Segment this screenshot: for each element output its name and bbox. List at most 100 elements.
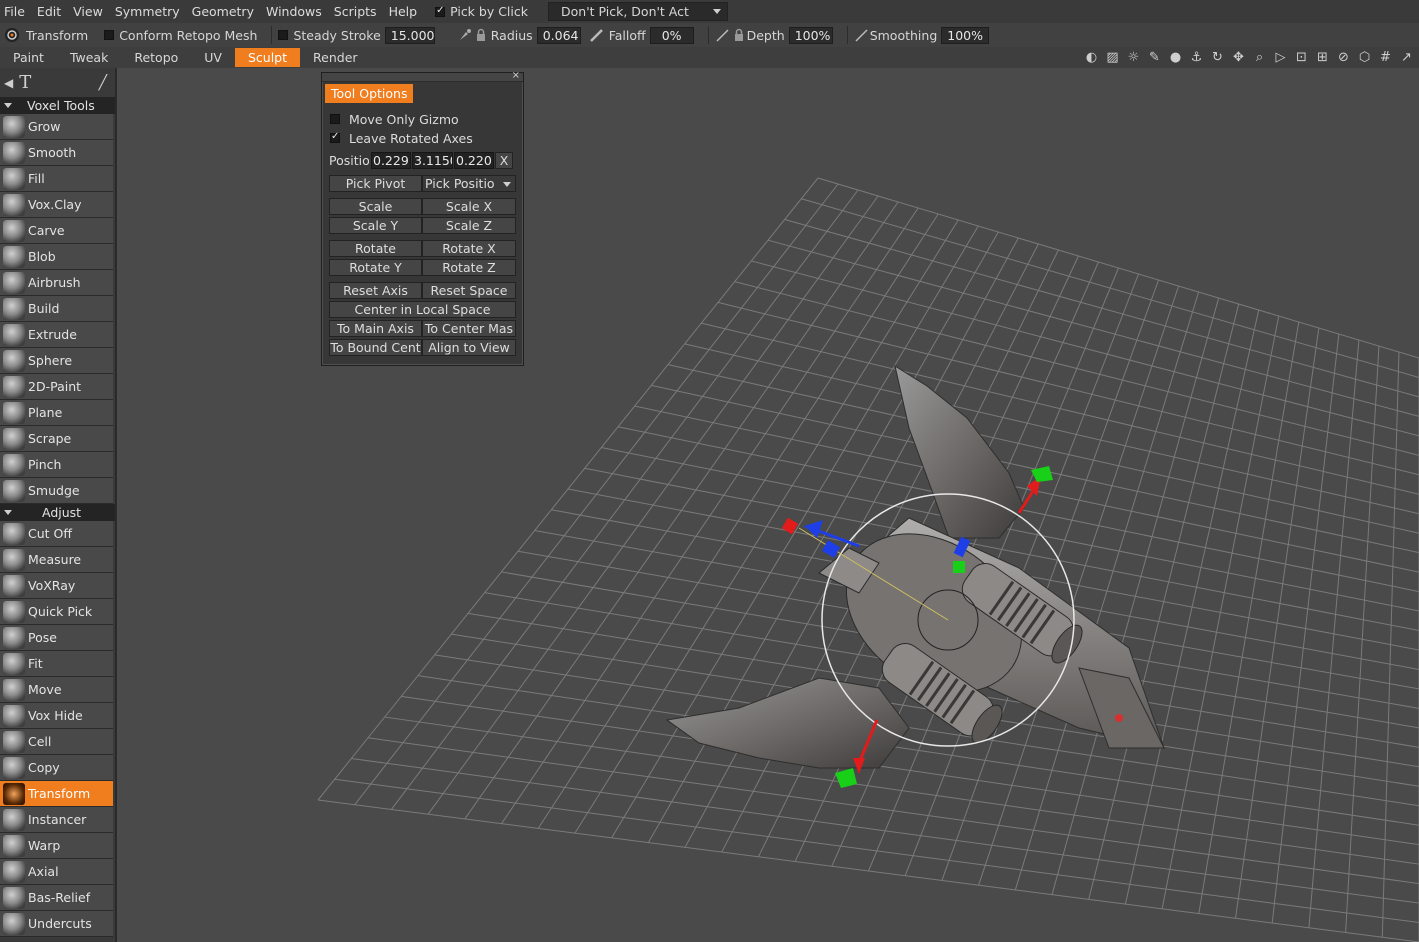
drop-icon[interactable]: ● [1165,50,1186,65]
tool-build[interactable]: Build [0,296,113,322]
pick-pivot-button[interactable]: Pick Pivot [329,175,422,192]
tool-2d-paint[interactable]: 2D-Paint [0,374,113,400]
menu-symmetry[interactable]: Symmetry [109,0,186,23]
tool-fill[interactable]: Fill [0,166,113,192]
no-icon[interactable]: ⊘ [1333,50,1354,65]
tool-blob[interactable]: Blob [0,244,113,270]
panel-title-bar[interactable]: × [322,70,523,82]
lock-icon[interactable] [731,27,747,43]
align-to-view-button[interactable]: Align to View [422,339,516,356]
tool-vox-clay[interactable]: Vox.Clay [0,192,113,218]
tab-retopo[interactable]: Retopo [121,48,191,67]
position-y-field[interactable]: 3.1150 [412,152,453,169]
tool-bas-relief[interactable]: Bas-Relief [0,885,113,911]
menu-geometry[interactable]: Geometry [186,0,260,23]
tool-copy[interactable]: Copy [0,755,113,781]
scale-x-button[interactable]: Scale X [422,198,516,215]
tool-fit[interactable]: Fit [0,651,113,677]
text-tool-icon[interactable]: T [19,72,31,93]
shading-icon[interactable]: ◐ [1081,50,1102,65]
menu-help[interactable]: Help [383,0,424,23]
frame-icon[interactable]: ▷ [1270,50,1291,65]
tool-extrude[interactable]: Extrude [0,322,113,348]
tool-voxray[interactable]: VoXRay [0,573,113,599]
tool-transform[interactable]: Transform [0,781,113,807]
tool-plane[interactable]: Plane [0,400,113,426]
pen-icon[interactable]: ╱ [99,75,107,91]
tool-pinch[interactable]: Pinch [0,452,113,478]
radius-control[interactable]: Radius 0.064 [457,26,581,44]
menu-scripts[interactable]: Scripts [328,0,383,23]
falloff-control[interactable]: Falloff 0% [589,26,694,44]
tool-move[interactable]: Move [0,677,113,703]
depth-field[interactable]: 100% [788,26,833,44]
menu-view[interactable]: View [67,0,109,23]
smoothing-field[interactable]: 100% [941,26,990,44]
reset-space-button[interactable]: Reset Space [422,282,516,299]
background-icon[interactable]: ▨ [1102,50,1123,65]
smoothing-control[interactable]: Smoothing 100% [854,26,990,44]
current-tool[interactable]: Transform [4,27,88,43]
to-center-mass-button[interactable]: To Center Mas [422,320,516,337]
tool-smudge[interactable]: Smudge [0,478,113,504]
leave-rotated-axes-checkbox[interactable] [330,131,340,143]
position-x-field[interactable]: 0.229 [371,152,411,169]
tool-vox-hide[interactable]: Vox Hide [0,703,113,729]
viewport-3d[interactable] [119,68,1419,942]
clear-position-button[interactable]: X [495,152,513,169]
to-main-axis-button[interactable]: To Main Axis [329,320,422,337]
tool-warp[interactable]: Warp [0,833,113,859]
tool-smooth[interactable]: Smooth [0,140,113,166]
tab-render[interactable]: Render [300,48,371,67]
steady-stroke-checkbox[interactable] [278,30,289,40]
pick-by-click-checkbox[interactable] [435,5,446,17]
position-z-field[interactable]: 0.220 [454,152,494,169]
tool-pose[interactable]: Pose [0,625,113,651]
rotate-view-icon[interactable]: ↻ [1207,50,1228,65]
move-only-gizmo-checkbox[interactable] [330,114,340,124]
fit-selection-icon[interactable]: ⊞ [1312,50,1333,65]
adjust-header[interactable]: Adjust [0,504,115,521]
tab-uv[interactable]: UV [191,48,235,67]
tool-cell[interactable]: Cell [0,729,113,755]
tool-instancer[interactable]: Instancer [0,807,113,833]
depth-control[interactable]: Depth 100% [715,26,833,44]
tool-axial[interactable]: Axial [0,859,113,885]
radius-field[interactable]: 0.064 [536,26,581,44]
zoom-icon[interactable]: ⌕ [1249,50,1270,65]
leave-rotated-axes-toggle[interactable]: Leave Rotated Axes [330,129,473,147]
close-icon[interactable]: × [512,70,520,81]
to-bound-center-button[interactable]: To Bound Cent [329,339,422,356]
reset-axis-button[interactable]: Reset Axis [329,282,422,299]
rotate-z-button[interactable]: Rotate Z [422,259,516,276]
tool-options-tab[interactable]: Tool Options [325,84,414,103]
scale-button[interactable]: Scale [329,198,422,215]
tool-cut-off[interactable]: Cut Off [0,521,113,547]
lock-icon[interactable] [473,27,489,43]
tool-scrape[interactable]: Scrape [0,426,113,452]
center-local-space-button[interactable]: Center in Local Space [329,301,516,318]
scale-z-button[interactable]: Scale Z [422,217,516,234]
conform-retopo-checkbox[interactable] [104,30,115,40]
pick-by-click-toggle[interactable]: Pick by Click [431,4,532,19]
chevron-left-icon[interactable]: ◀ [4,76,13,90]
tool-undercuts[interactable]: Undercuts [0,911,113,937]
eyedropper-icon[interactable]: ✎ [1144,50,1165,65]
rotate-y-button[interactable]: Rotate Y [329,259,422,276]
light-icon[interactable]: ☼ [1123,50,1144,65]
tool-sphere[interactable]: Sphere [0,348,113,374]
pan-icon[interactable]: ✥ [1228,50,1249,65]
pick-position-dropdown[interactable]: Pick Positio [422,175,516,192]
move-only-gizmo-toggle[interactable]: Move Only Gizmo [330,110,459,128]
rotate-x-button[interactable]: Rotate X [422,240,516,257]
falloff-field[interactable]: 0% [649,26,694,44]
steady-stroke-control[interactable]: Steady Stroke 15.000 [278,26,435,44]
tool-quick-pick[interactable]: Quick Pick [0,599,113,625]
voxel-tools-header[interactable]: Voxel Tools [0,97,115,114]
tool-airbrush[interactable]: Airbrush [0,270,113,296]
tool-measure[interactable]: Measure [0,547,113,573]
pick-mode-dropdown[interactable]: Don't Pick, Don't Act [548,2,728,21]
conform-retopo-toggle[interactable]: Conform Retopo Mesh [96,28,257,43]
rotate-button[interactable]: Rotate [329,240,422,257]
cube-icon[interactable]: ⬡ [1354,50,1375,65]
